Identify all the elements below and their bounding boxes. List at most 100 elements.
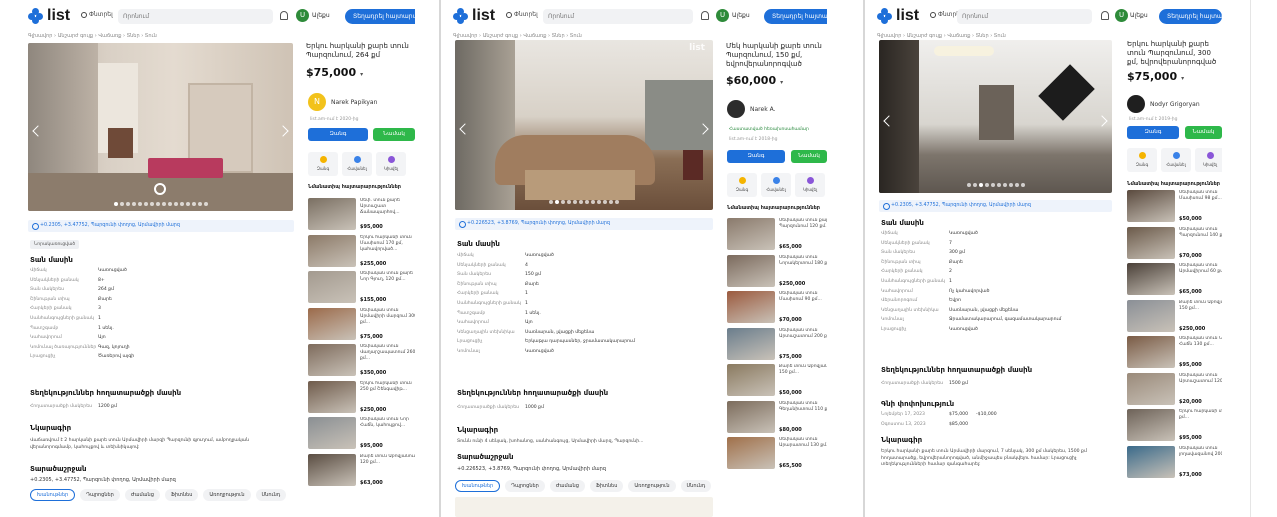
address-bar[interactable]: +0.2305, +3.47752, Պարզունի փողոց, Արմավ…	[28, 220, 294, 232]
listing-price[interactable]: $75,000 ▾	[306, 66, 363, 79]
similar-item[interactable]: Սեփական տուն Գեղանիստում 110 քմ... $80,00…	[727, 400, 827, 435]
action-favorite[interactable]: Հավանել	[1161, 148, 1191, 172]
action-call[interactable]: Զանգ	[727, 173, 757, 197]
action-share[interactable]: Կիսվել	[376, 152, 406, 176]
similar-item[interactable]: Երկու հարկանի տուն 250 քմ Շենգավիթ... $25…	[308, 380, 415, 415]
message-button[interactable]: Նամակ	[791, 150, 827, 163]
search-input[interactable]	[118, 9, 273, 24]
photo-dots[interactable]	[455, 200, 713, 204]
similar-item[interactable]: Քարե տուն Աբովյանում 150 քմ... $250,000	[1127, 299, 1222, 334]
currency-dropdown-icon[interactable]: ▾	[780, 79, 783, 86]
listing-photo[interactable]: list	[455, 40, 713, 210]
similar-item[interactable]: Երկու հարկանի տուն Մասիսում 170 քմ, կահա…	[308, 234, 415, 269]
nearby-tab[interactable]: Սնունդ	[255, 489, 287, 501]
nearby-tab[interactable]: Ֆիտնես	[589, 480, 624, 492]
message-button[interactable]: Նամակ	[373, 128, 415, 141]
message-button[interactable]: Նամակ	[1185, 126, 1222, 139]
location-map[interactable]	[455, 497, 713, 517]
seller-card[interactable]: Nodyr Grigoryan	[1127, 95, 1200, 113]
search-input[interactable]	[957, 9, 1092, 24]
photo-dots[interactable]	[28, 202, 293, 206]
nearby-tab[interactable]: Խանութներ	[455, 480, 501, 492]
logo[interactable]: list	[877, 7, 919, 25]
currency-dropdown-icon[interactable]: ▾	[360, 71, 363, 78]
currency-dropdown-icon[interactable]: ▾	[1181, 75, 1184, 82]
account-menu[interactable]: Ալեքս	[1130, 12, 1148, 19]
avatar[interactable]: U	[296, 9, 309, 22]
similar-item[interactable]: Սեփական տուն Արմավիրում 60 քմ... $65,000	[1127, 263, 1222, 297]
post-ad-button[interactable]: Տեղադրել հայտարարություն	[1159, 9, 1222, 24]
nearby-tab[interactable]: Առողջություն	[203, 489, 251, 501]
seller-card[interactable]: N Narek Papikyan	[308, 93, 377, 111]
nearby-tab[interactable]: Դպրոցներ	[505, 480, 545, 492]
action-call[interactable]: Զանգ	[1127, 148, 1157, 172]
similar-item[interactable]: Սեփական տուն Նոր Հաճն, կահույքով... $95,0…	[308, 417, 415, 451]
top-header: list Փնտրել U Ալեքս Տեղադրել հայտարարութ…	[28, 6, 415, 28]
location-text[interactable]: +0.2305, +3.47752, Պարզունի փողոց, Արմավ…	[30, 477, 176, 483]
breadcrumb[interactable]: Գլխավոր › Անշարժ գույք › Վաճառք › Տներ ›…	[453, 33, 582, 39]
search-input[interactable]	[543, 9, 693, 24]
similar-item[interactable]: Սեփական տուն Արարատում 130 քմ... $65,500	[727, 437, 827, 471]
nearby-tab[interactable]: Սնունդ	[680, 480, 712, 492]
location-text[interactable]: +0.226523, +3.8769, Պարզունի փողոց, Արմա…	[457, 466, 606, 472]
photo-dots[interactable]	[879, 183, 1112, 187]
listing-photo[interactable]	[879, 40, 1112, 193]
post-ad-button[interactable]: Տեղադրել հայտարարություն	[764, 9, 827, 24]
land-table: Հողատարածքի մակերես 1200 քմ	[30, 404, 125, 414]
similar-item[interactable]: Սեփական տուն քարե Պարզունում 120 քմ... $6…	[727, 218, 827, 252]
bell-icon[interactable]	[280, 11, 288, 20]
listing-photo[interactable]	[28, 43, 293, 211]
nearby-tab[interactable]: Ժամանց	[549, 480, 585, 492]
similar-item[interactable]: Սեփական տուն Նոր Հաճն 130 քմ... $95,000	[1127, 336, 1222, 370]
similar-item[interactable]: Սեփական տուն Արմավիրի մարզում 300 քմ... $…	[308, 307, 415, 342]
listing-price[interactable]: $75,000 ▾	[1127, 70, 1184, 83]
breadcrumb[interactable]: Գլխավոր › Անշարժ գույք › Վաճառք › Տներ ›…	[28, 33, 157, 39]
action-favorite[interactable]: Հավանել	[761, 173, 791, 197]
logo[interactable]: list	[453, 7, 495, 25]
bell-icon[interactable]	[1101, 11, 1109, 20]
breadcrumb[interactable]: Գլխավոր › Անշարժ գույք › Վաճառք › Տներ ›…	[877, 33, 1006, 39]
similar-item[interactable]: Քարե տուն Աբովյանում 120 քմ... $63,000	[308, 453, 415, 488]
bell-icon[interactable]	[701, 11, 709, 20]
similar-item[interactable]: Սեփական տուն Մասիսում 90 քմ... $70,000	[727, 291, 827, 325]
similar-text: Սեփական տուն Վաղարշապատում 260 քմ...	[360, 344, 415, 361]
similar-item[interactable]: Սեփական տուն Մասիսում 98 քմ... $50,000	[1127, 190, 1222, 224]
logo[interactable]: list	[28, 7, 70, 25]
action-favorite[interactable]: Հավանել	[342, 152, 372, 176]
post-ad-button[interactable]: Տեղադրել հայտարարություն	[345, 9, 415, 24]
zoom-icon[interactable]	[154, 183, 166, 195]
nearby-tab[interactable]: Դպրոցներ	[80, 489, 120, 501]
similar-item[interactable]: Սեփական տուն Վաղարշապատում 260 քմ... $350…	[308, 344, 415, 378]
call-button[interactable]: Զանգ	[727, 150, 785, 163]
similar-item[interactable]: Քարե տուն Աբովյանում 150 քմ... $50,000	[727, 364, 827, 398]
action-share[interactable]: Կիսվել	[795, 173, 825, 197]
address-bar[interactable]: +0.226523, +3.8769, Պարզունի փողոց, Արմա…	[455, 218, 713, 230]
similar-item[interactable]: Սեփական տուն Արտաշատում 120 քմ... $20,000	[1127, 372, 1222, 407]
call-button[interactable]: Զանգ	[308, 128, 368, 141]
nearby-tab[interactable]: Խանութներ	[30, 489, 76, 501]
account-menu[interactable]: Ալեքս	[312, 12, 330, 19]
search-button[interactable]: Փնտրել	[506, 11, 538, 18]
account-menu[interactable]: Ալեքս	[732, 12, 750, 19]
spec-label: Կահավորում	[457, 320, 489, 326]
nearby-tab[interactable]: Առողջություն	[628, 480, 676, 492]
spec-label: Վերանորոգում	[881, 298, 918, 304]
nearby-tab[interactable]: Ժամանց	[124, 489, 160, 501]
listing-price[interactable]: $60,000 ▾	[726, 74, 783, 87]
avatar[interactable]: U	[716, 9, 729, 22]
action-call[interactable]: Զանգ	[308, 152, 338, 176]
address-bar[interactable]: +0.2305, +3.47752, Պարզունի փողոց, Արմավ…	[879, 200, 1112, 212]
similar-item[interactable]: Սեփական տուն Նորակերտում 180 քմ... $250,0…	[727, 254, 827, 289]
similar-item[interactable]: Երկու հարկանի տուն 98 քմ... $95,000	[1127, 409, 1222, 443]
avatar[interactable]: U	[1115, 9, 1128, 22]
similar-item[interactable]: Սեփական տուն Արտաշատում 200 քմ... $75,000	[727, 327, 827, 362]
action-share[interactable]: Կիսվել	[1195, 148, 1222, 172]
similar-item[interactable]: Սեփ. տուն քարե Արտաշատ Ճանապարհով... $95,…	[308, 198, 415, 232]
search-button[interactable]: Փնտրել	[81, 11, 113, 18]
similar-item[interactable]: Սեփական տուն քարե Նոր Գյուղ, 120 քմ... $1…	[308, 271, 415, 305]
nearby-tab[interactable]: Ֆիտնես	[164, 489, 199, 501]
call-button[interactable]: Զանգ	[1127, 126, 1179, 139]
seller-card[interactable]: Narek A.	[727, 100, 775, 118]
similar-item[interactable]: Սեփական տուն լողավազանով 200 քմ... $73,00…	[1127, 445, 1222, 480]
similar-item[interactable]: Սեփական տուն Պարզունում 140 քմ... $70,000	[1127, 226, 1222, 261]
